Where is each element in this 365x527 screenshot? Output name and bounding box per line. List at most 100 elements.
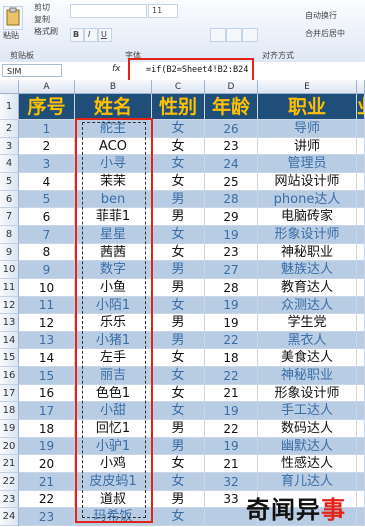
row-header[interactable]: 9 xyxy=(0,244,19,261)
format-painter-button[interactable]: 格式刷 xyxy=(34,26,58,37)
row-header[interactable]: 13 xyxy=(0,314,19,332)
cell-empty[interactable] xyxy=(357,385,365,402)
cell-no[interactable]: 22 xyxy=(19,491,75,508)
cell-job[interactable]: 魅族达人 xyxy=(258,261,357,279)
cell-sex[interactable]: 女 xyxy=(152,155,205,173)
cell-empty[interactable] xyxy=(357,332,365,349)
cell-job[interactable]: 性感达人 xyxy=(258,455,357,473)
cell-age[interactable]: 19 xyxy=(205,226,258,244)
row-header[interactable]: 17 xyxy=(0,385,19,402)
cell-empty[interactable] xyxy=(357,138,365,155)
cell-no[interactable]: 17 xyxy=(19,402,75,420)
cell-sex[interactable]: 女 xyxy=(152,244,205,261)
cell-job[interactable]: 形象设计师 xyxy=(258,226,357,244)
cell-empty[interactable] xyxy=(357,155,365,173)
cell-job[interactable]: 管理员 xyxy=(258,155,357,173)
cell-no[interactable]: 10 xyxy=(19,279,75,297)
cell-job[interactable]: phone达人 xyxy=(258,191,357,208)
cell-job[interactable]: 育儿达人 xyxy=(258,473,357,491)
cell-empty[interactable] xyxy=(357,279,365,297)
copy-button[interactable]: 复制 xyxy=(34,14,50,25)
header-cell[interactable]: 职业 xyxy=(258,94,357,120)
cell-no[interactable]: 15 xyxy=(19,367,75,385)
row-header[interactable]: 10 xyxy=(0,261,19,279)
cell-no[interactable]: 20 xyxy=(19,455,75,473)
header-cell[interactable]: 姓名 xyxy=(75,94,152,120)
row-header[interactable]: 20 xyxy=(0,438,19,455)
cell-empty[interactable] xyxy=(357,191,365,208)
cell-empty[interactable] xyxy=(357,208,365,226)
cell-empty[interactable] xyxy=(357,420,365,438)
cell-job[interactable]: 黑衣人 xyxy=(258,332,357,349)
bold-button[interactable]: B xyxy=(70,28,84,42)
cell-no[interactable]: 5 xyxy=(19,191,75,208)
cell-age[interactable]: 19 xyxy=(205,314,258,332)
cell-sex[interactable]: 女 xyxy=(152,385,205,402)
cell-sex[interactable]: 男 xyxy=(152,314,205,332)
align-right-button[interactable] xyxy=(242,28,258,42)
row-header[interactable]: 24 xyxy=(0,508,19,526)
cell-no[interactable]: 6 xyxy=(19,208,75,226)
column-header-f[interactable] xyxy=(357,80,365,94)
cell-sex[interactable]: 男 xyxy=(152,191,205,208)
cell-sex[interactable]: 男 xyxy=(152,438,205,455)
cell-job[interactable]: 神秘职业 xyxy=(258,367,357,385)
cell-job[interactable]: 数码达人 xyxy=(258,420,357,438)
row-header[interactable]: 22 xyxy=(0,473,19,491)
cell-sex[interactable]: 男 xyxy=(152,420,205,438)
row-header[interactable]: 6 xyxy=(0,191,19,208)
row-header[interactable]: 16 xyxy=(0,367,19,385)
cell-age[interactable]: 22 xyxy=(205,367,258,385)
cell-empty[interactable] xyxy=(357,491,365,508)
cell-empty[interactable] xyxy=(357,438,365,455)
cell-age[interactable]: 19 xyxy=(205,297,258,314)
cell-sex[interactable]: 女 xyxy=(152,297,205,314)
cell-sex[interactable]: 女 xyxy=(152,402,205,420)
row-header[interactable]: 8 xyxy=(0,226,19,244)
cell-job[interactable]: 学生党 xyxy=(258,314,357,332)
cell-no[interactable]: 23 xyxy=(19,508,75,526)
fx-icon[interactable]: fx xyxy=(112,64,121,74)
cell-job[interactable]: 美食达人 xyxy=(258,349,357,367)
cell-sex[interactable]: 女 xyxy=(152,349,205,367)
name-box[interactable]: SIM xyxy=(2,64,62,77)
cell-job[interactable]: 导师 xyxy=(258,120,357,138)
cell-sex[interactable]: 女 xyxy=(152,367,205,385)
header-cell[interactable]: 序号 xyxy=(19,94,75,120)
cell-empty[interactable] xyxy=(357,173,365,191)
cell-empty[interactable] xyxy=(357,508,365,526)
cell-sex[interactable]: 女 xyxy=(152,173,205,191)
cell-empty[interactable] xyxy=(357,367,365,385)
cell-age[interactable]: 22 xyxy=(205,332,258,349)
cell-empty[interactable] xyxy=(357,473,365,491)
row-header[interactable]: 11 xyxy=(0,279,19,297)
cell-no[interactable]: 14 xyxy=(19,349,75,367)
cell-sex[interactable]: 男 xyxy=(152,332,205,349)
cell-job[interactable]: 神秘职业 xyxy=(258,244,357,261)
row-header[interactable]: 14 xyxy=(0,332,19,349)
font-size-select[interactable]: 11 xyxy=(148,4,178,18)
cell-job[interactable]: 手工达人 xyxy=(258,402,357,420)
header-cell[interactable]: 性别 xyxy=(152,94,205,120)
cell-no[interactable]: 13 xyxy=(19,332,75,349)
cell-no[interactable]: 21 xyxy=(19,473,75,491)
cell-empty[interactable] xyxy=(357,244,365,261)
row-header[interactable]: 19 xyxy=(0,420,19,438)
paste-button[interactable] xyxy=(3,6,23,30)
cell-job[interactable]: 网站设计师 xyxy=(258,173,357,191)
cell-empty[interactable] xyxy=(357,297,365,314)
cell-age[interactable]: 25 xyxy=(205,173,258,191)
cell-age[interactable]: 19 xyxy=(205,402,258,420)
cell-job[interactable]: 幽默达人 xyxy=(258,438,357,455)
cell-sex[interactable]: 男 xyxy=(152,261,205,279)
cell-no[interactable]: 16 xyxy=(19,385,75,402)
column-header-c[interactable]: C xyxy=(152,80,205,94)
row-header[interactable]: 21 xyxy=(0,455,19,473)
cell-age[interactable]: 23 xyxy=(205,138,258,155)
cell-sex[interactable]: 男 xyxy=(152,208,205,226)
cell-empty[interactable] xyxy=(357,120,365,138)
row-header[interactable]: 12 xyxy=(0,297,19,314)
column-header-e[interactable]: E xyxy=(258,80,357,94)
select-all-corner[interactable] xyxy=(0,80,19,94)
row-header[interactable]: 18 xyxy=(0,402,19,420)
